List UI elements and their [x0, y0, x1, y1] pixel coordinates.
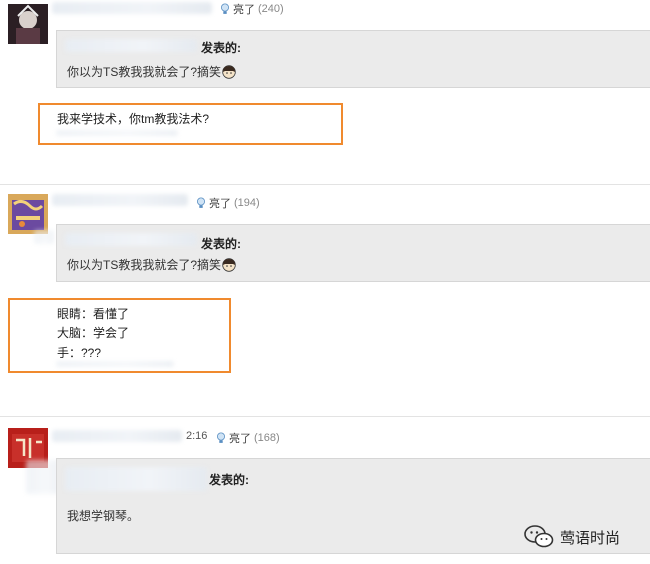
quote-text: 你以为TS教我我就会了?摘笑: [67, 63, 236, 80]
reply-line: 大脑：学会了: [57, 326, 130, 340]
quote-box: 发表的: 你以为TS教我我就会了?摘笑: [56, 30, 650, 88]
quote-text: 你以为TS教我我就会了?摘笑: [67, 256, 236, 273]
quote-text-body: 你以为TS教我我就会了?: [67, 258, 198, 272]
quote-author-blur: [65, 233, 197, 246]
comment-separator: [0, 184, 650, 185]
reply-underline-blur: [56, 130, 178, 136]
quote-text-body: 你以为TS教我我就会了?: [67, 65, 198, 79]
watermark: 莺语时尚: [524, 524, 620, 550]
emoji-icon: [222, 65, 236, 79]
like-button[interactable]: 亮了 (168): [216, 430, 280, 446]
reply-line: 我来学技术，你tm教我法术?: [57, 112, 210, 126]
reply-line: 手：???: [57, 346, 102, 360]
emoji-icon: [222, 258, 236, 272]
quote-author-suffix: 发表的:: [201, 237, 241, 251]
quote-text-tail: 摘笑: [197, 258, 222, 272]
quote-text-tail: 摘笑: [197, 65, 222, 79]
watermark-text: 莺语时尚: [560, 529, 621, 547]
avatar[interactable]: [8, 194, 48, 234]
lightbulb-icon: [217, 432, 225, 443]
like-count: (240): [258, 3, 284, 15]
avatar-edge-blur: [34, 230, 54, 244]
wechat-icon: [524, 525, 554, 548]
like-button[interactable]: 亮了 (240): [220, 1, 284, 17]
lightbulb-icon: [221, 3, 229, 14]
avatar-edge-blur: [26, 460, 60, 494]
like-label: 亮了: [229, 433, 251, 445]
quote-text: 我想学钢琴。: [67, 509, 140, 523]
avatar-image: [8, 194, 48, 234]
comment-separator: [0, 416, 650, 417]
quote-author-suffix: 发表的:: [209, 473, 249, 487]
like-button[interactable]: 亮了 (194): [196, 195, 260, 211]
like-label: 亮了: [233, 4, 255, 16]
like-label: 亮了: [209, 198, 231, 210]
quote-author-blur: [65, 467, 207, 491]
post-time: 2:16: [186, 430, 208, 442]
quote-author-blur: [65, 39, 197, 52]
username-blur: [52, 2, 212, 14]
lightbulb-icon: [197, 197, 205, 208]
quote-author-suffix: 发表的:: [201, 41, 241, 55]
reply-underline-blur: [56, 361, 174, 367]
avatar-image: [8, 4, 48, 44]
like-count: (194): [234, 197, 260, 209]
username-blur: [52, 194, 188, 206]
like-count: (168): [254, 432, 280, 444]
username-blur: [52, 430, 182, 442]
reply-line: 眼睛：看懂了: [57, 307, 130, 321]
quote-box: 发表的: 你以为TS教我我就会了?摘笑: [56, 224, 650, 282]
avatar[interactable]: [8, 4, 48, 44]
